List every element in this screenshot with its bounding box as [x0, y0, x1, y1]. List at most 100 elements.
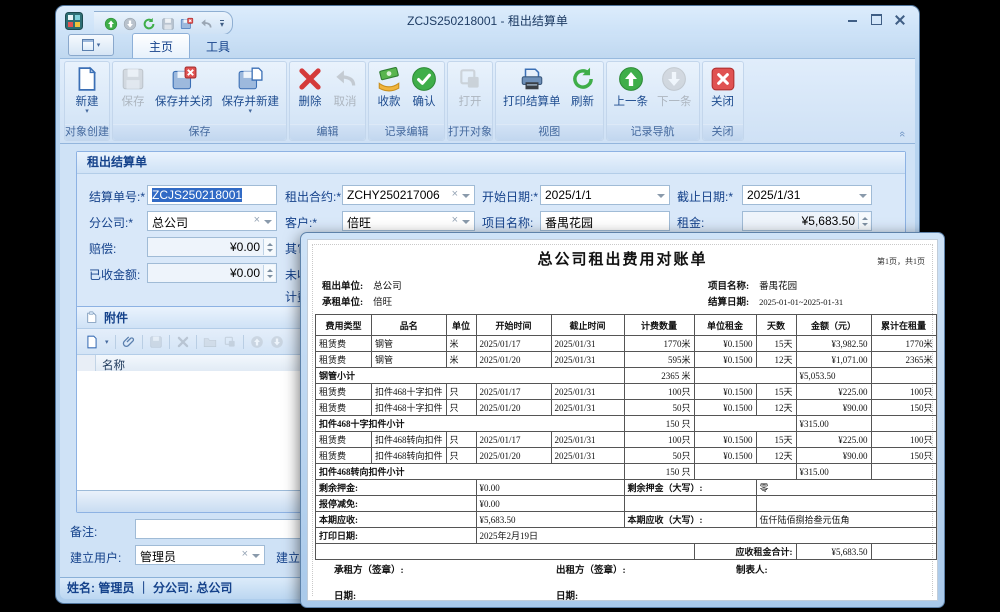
customer-label: 客户:* — [285, 214, 317, 231]
save-button[interactable]: 保存 — [116, 65, 150, 110]
received-input[interactable]: ¥0.00 — [147, 263, 277, 283]
branch-label: 分公司:* — [89, 214, 133, 231]
maximize-button[interactable] — [869, 13, 883, 26]
report-cell: ¥0.00 — [476, 480, 624, 496]
next-record-button[interactable]: 下一条 — [653, 65, 696, 110]
save-close-button[interactable]: 保存并关闭 — [151, 65, 217, 110]
delete-x-icon — [297, 66, 323, 92]
chevron-down-icon[interactable]: ▾ — [105, 338, 109, 346]
chevron-down-icon[interactable] — [657, 194, 665, 202]
report-cell: 扣件468转向扣件 — [372, 448, 447, 464]
app-icon[interactable] — [65, 12, 83, 30]
printer-icon — [519, 66, 545, 92]
save-icon[interactable] — [161, 17, 175, 31]
report-project-value: 番禺花园 — [759, 282, 797, 292]
compensation-input[interactable]: ¥0.00 — [147, 237, 277, 257]
report-cell: 租赁费 — [316, 400, 372, 416]
rent-input[interactable]: ¥5,683.50 — [742, 211, 872, 231]
delete-x-icon[interactable] — [176, 335, 190, 349]
preparer-label: 制表人: — [736, 562, 768, 576]
confirm-button[interactable]: 确认 — [407, 65, 441, 110]
down-circle-icon[interactable] — [270, 335, 284, 349]
customer-combo[interactable]: 倍旺× — [342, 211, 475, 231]
report-cell: 扣件468十字扣件 — [372, 400, 447, 416]
contract-combo[interactable]: ZCHY250217006× — [342, 185, 475, 205]
minimize-button[interactable] — [845, 13, 859, 26]
chevron-down-icon: ▾ — [85, 109, 89, 115]
receive-payment-button[interactable]: 收款 — [372, 65, 406, 110]
close-window-button[interactable] — [893, 13, 907, 26]
customize-qat-icon[interactable]: ▾ — [220, 20, 224, 29]
new-button[interactable]: 新建 ▾ — [70, 65, 104, 116]
report-cell: ¥3,982.50 — [796, 336, 871, 352]
print-settlement-button[interactable]: 打印结算单 — [499, 65, 565, 110]
chevron-down-icon[interactable] — [264, 220, 272, 228]
clear-icon[interactable]: × — [452, 188, 458, 200]
report-cell: 剩余押金（大写）: — [624, 480, 756, 496]
ribbon-group-save: 保存 保存并关闭 保存并新建 ▾ 保存 — [112, 61, 287, 141]
previous-record-button[interactable]: 上一条 — [610, 65, 653, 110]
chevron-down-icon[interactable] — [252, 554, 260, 562]
previous-record-icon[interactable] — [104, 17, 118, 31]
titlebar[interactable]: ▾ ZCJS250218001 - 租出结算单 — [56, 6, 919, 34]
cancel-button[interactable]: 取消 — [328, 65, 362, 110]
report-cell: 150只 — [871, 448, 936, 464]
report-cell: 50只 — [624, 400, 694, 416]
report-row: 打印日期:2025年2月19日 — [316, 528, 937, 544]
save-close-icon[interactable] — [180, 17, 194, 31]
report-paper: 总公司租出费用对账单 第1页，共1页 租出单位:总公司 承租单位:倍旺 项目名称… — [307, 239, 938, 601]
project-input[interactable]: 番禺花园 — [540, 211, 670, 231]
clear-icon[interactable]: × — [452, 214, 458, 226]
down-circle-icon — [661, 66, 687, 92]
undo-icon — [332, 66, 358, 92]
app-menu-button[interactable]: ▾ — [68, 34, 114, 56]
paperclip-icon[interactable] — [122, 335, 136, 349]
collapse-ribbon-chevron[interactable]: « — [896, 131, 908, 137]
page-info: 第1页，共1页 — [877, 256, 925, 267]
spinner[interactable] — [263, 265, 275, 281]
chevron-down-icon[interactable] — [462, 220, 470, 228]
report-cell: 钢管 — [372, 352, 447, 368]
delete-button[interactable]: 删除 — [293, 65, 327, 110]
report-header-cell: 单位 — [446, 315, 476, 336]
up-circle-icon[interactable] — [250, 335, 264, 349]
end-date-picker[interactable]: 2025/1/31 — [742, 185, 872, 205]
window-title: ZCJS250218001 - 租出结算单 — [256, 12, 719, 29]
refresh-button[interactable]: 刷新 — [566, 65, 600, 110]
branch-combo[interactable]: 总公司× — [147, 211, 277, 231]
next-record-icon[interactable] — [123, 17, 137, 31]
spinner[interactable] — [858, 213, 870, 229]
chevron-down-icon: ▾ — [248, 109, 252, 115]
clear-icon[interactable]: × — [254, 214, 260, 226]
clear-icon[interactable]: × — [242, 548, 248, 560]
tab-tools[interactable]: 工具 — [190, 34, 246, 58]
open-icon[interactable] — [223, 335, 237, 349]
new-doc-icon[interactable] — [85, 335, 99, 349]
chevron-down-icon[interactable] — [462, 194, 470, 202]
start-date-picker[interactable]: 2025/1/1 — [540, 185, 670, 205]
report-cell: 100只 — [871, 432, 936, 448]
refresh-icon[interactable] — [142, 17, 156, 31]
report-cell: ¥5,683.50 — [476, 512, 624, 528]
lessor-signature-label: 出租方（签章）: — [556, 562, 626, 576]
spinner[interactable] — [263, 239, 275, 255]
folder-icon[interactable] — [203, 335, 217, 349]
tab-home[interactable]: 主页 — [132, 33, 190, 58]
open-button[interactable]: 打开 — [453, 65, 487, 110]
ribbon-group-close: 关闭 关闭 — [702, 61, 744, 141]
save-new-button[interactable]: 保存并新建 ▾ — [218, 65, 284, 116]
close-button[interactable]: 关闭 — [706, 65, 740, 110]
report-preview-window[interactable]: 总公司租出费用对账单 第1页，共1页 租出单位:总公司 承租单位:倍旺 项目名称… — [300, 232, 945, 608]
created-by-combo[interactable]: 管理员× — [135, 545, 265, 565]
report-cell: 租赁费 — [316, 432, 372, 448]
settle-no-input[interactable]: ZCJS250218001 — [147, 185, 277, 205]
report-cell: 150 只 — [624, 464, 694, 480]
lessor-label: 租出单位: — [322, 282, 363, 292]
chevron-down-icon[interactable] — [859, 194, 867, 202]
report-cell: 只 — [446, 384, 476, 400]
report-header-cell: 开始时间 — [476, 315, 551, 336]
undo-icon[interactable] — [199, 17, 213, 31]
report-cell: 租赁费 — [316, 352, 372, 368]
save-icon[interactable] — [149, 335, 163, 349]
report-cell — [871, 368, 936, 384]
